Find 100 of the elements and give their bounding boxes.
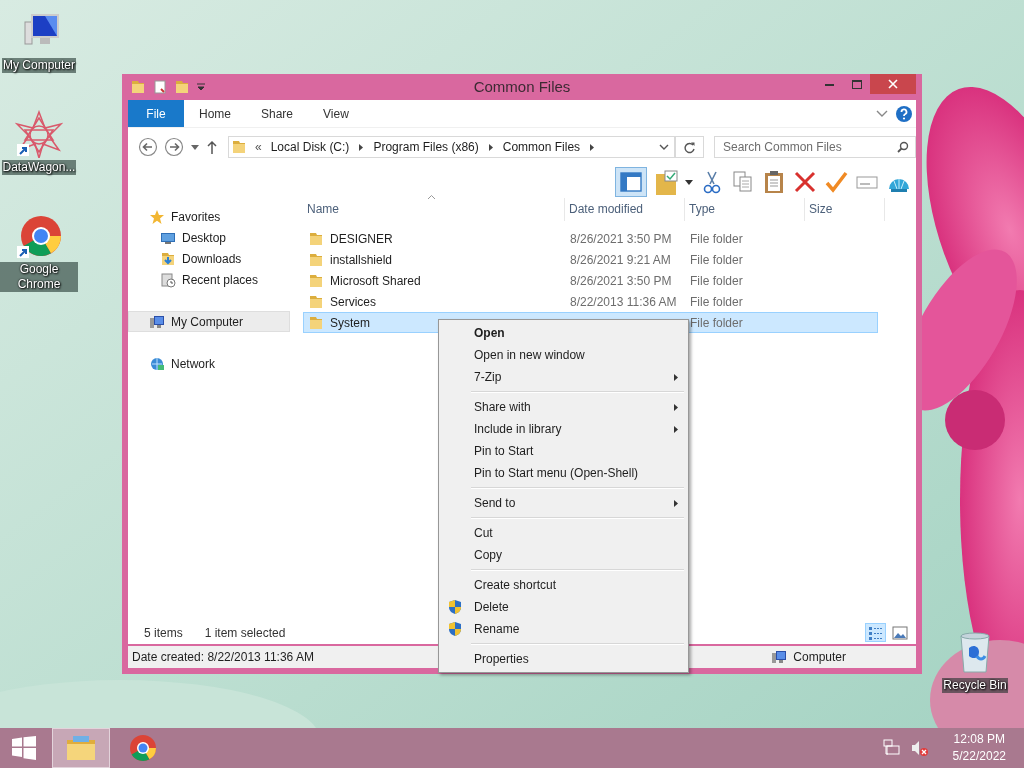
clipboard-icon[interactable] (762, 170, 786, 194)
ribbon-tab[interactable]: View (308, 100, 364, 127)
nav-item[interactable]: Network (128, 353, 290, 374)
item-count: 5 items (144, 625, 183, 640)
forward-icon[interactable] (164, 137, 184, 157)
file-row[interactable]: installshield 8/26/2021 9:21 AM File folder (303, 249, 878, 270)
nav-item[interactable]: Recent places (128, 269, 290, 290)
menu-item[interactable]: 7-Zip (441, 366, 686, 388)
properties-icon[interactable] (152, 79, 168, 95)
star-drawing-icon[interactable] (15, 110, 63, 158)
icon-label[interactable]: My Computer (2, 58, 76, 73)
file-row[interactable]: Services 8/22/2013 11:36 AM File folder (303, 291, 878, 312)
menu-item[interactable]: Send to (441, 492, 686, 514)
help-icon[interactable] (896, 105, 912, 122)
chevron-icon[interactable] (589, 142, 596, 152)
refresh-icon (683, 140, 697, 154)
menu-item[interactable]: Share with (441, 396, 686, 418)
refresh-button[interactable] (676, 136, 704, 158)
folder-check-icon[interactable] (654, 168, 678, 196)
menu-item[interactable]: Open (441, 322, 686, 344)
preview-pane-icon[interactable] (615, 167, 647, 197)
up-arrow-icon[interactable] (206, 139, 218, 155)
column-header[interactable]: Size (805, 198, 885, 221)
nav-item[interactable]: Desktop (128, 227, 290, 248)
chevron-icon[interactable] (358, 142, 365, 152)
recent-locations-caret-icon[interactable] (190, 143, 200, 151)
status-text: Date created: 8/22/2013 11:36 AM (132, 650, 314, 664)
nav-label: My Computer (171, 314, 244, 329)
file-type: File folder (689, 315, 744, 330)
clock-time: 12:08 PM (953, 731, 1005, 748)
close-button[interactable] (870, 74, 916, 94)
checkmark-icon[interactable] (824, 170, 848, 194)
menu-item[interactable]: Pin to Start (441, 440, 686, 462)
date-modified: 8/26/2021 3:50 PM (569, 273, 673, 288)
column-header[interactable]: Date modified (565, 198, 685, 221)
speaker-icon[interactable] (910, 739, 929, 757)
selection-info: 1 item selected (204, 625, 286, 640)
submenu-arrow-icon (674, 425, 678, 433)
file-type: File folder (689, 231, 744, 246)
folder-icon (308, 293, 324, 310)
nav-item[interactable]: Downloads (128, 248, 290, 269)
nav-item[interactable]: My Computer (128, 311, 290, 332)
breadcrumb-link[interactable]: Program Files (x86) (373, 140, 479, 154)
file-type: File folder (689, 294, 744, 309)
nav-label: Network (171, 356, 215, 371)
star-icon (149, 208, 165, 225)
dropdown-caret-icon[interactable] (659, 143, 670, 151)
clock-date: 5/22/2022 (952, 748, 1006, 765)
clock[interactable]: 12:08 PM 5/22/2022 (952, 731, 1006, 765)
ribbon-tab[interactable]: Home (184, 100, 246, 127)
details-view-button[interactable] (865, 623, 886, 642)
large-icons-view-icon (891, 624, 908, 641)
network-icon (149, 355, 165, 372)
back-icon[interactable] (138, 137, 158, 157)
icon-label[interactable]: Recycle Bin (942, 678, 1008, 693)
large-icons-view-button[interactable] (889, 623, 910, 642)
menu-item[interactable]: Open in new window (441, 344, 686, 366)
menu-item[interactable]: Delete (441, 596, 686, 618)
folder-icon (231, 139, 247, 155)
network-icon[interactable] (882, 739, 901, 757)
new-folder-icon[interactable] (174, 79, 190, 95)
folder-icon (308, 272, 324, 289)
caret-icon[interactable] (685, 179, 693, 185)
column-header[interactable]: Type (685, 198, 805, 221)
column-header[interactable]: Name (303, 198, 565, 221)
file-type: File folder (689, 252, 744, 267)
maximize-icon (851, 79, 862, 89)
windows-logo-icon (12, 736, 36, 760)
menu-item[interactable]: Create shortcut (441, 574, 686, 596)
nav-label: Downloads (182, 251, 242, 266)
shield-icon (447, 599, 463, 615)
address-bar[interactable]: « Local Disk (C:) Program Files (x86) Common Files (228, 136, 677, 158)
recent-icon (160, 271, 176, 288)
folder-icon (308, 314, 324, 331)
date-modified: 8/26/2021 9:21 AM (569, 252, 672, 267)
overflow-chevron[interactable]: « (247, 140, 262, 154)
chevron-icon[interactable] (487, 142, 494, 152)
menu-item[interactable]: Copy (441, 544, 686, 566)
menu-item[interactable]: Include in library (441, 418, 686, 440)
icon-label[interactable]: Google Chrome (0, 262, 78, 292)
ribbon-tab[interactable]: Share (246, 100, 309, 127)
icon-label[interactable]: DataWagon... (1, 160, 77, 175)
delete-icon[interactable] (793, 170, 817, 194)
breadcrumb-link[interactable]: Local Disk (C:) (270, 140, 350, 154)
file-menu-button[interactable]: File (128, 100, 184, 127)
details-view-icon (867, 624, 884, 641)
file-row[interactable]: Microsoft Shared 8/26/2021 3:50 PM File folder (303, 270, 878, 291)
file-row[interactable]: DESIGNER 8/26/2021 3:50 PM File folder (303, 228, 878, 249)
menu-item[interactable]: Cut (441, 522, 686, 544)
nav-label: Desktop (182, 230, 227, 245)
menu-item[interactable]: Pin to Start menu (Open-Shell) (441, 462, 686, 484)
search-field[interactable]: Search Common Files (714, 136, 916, 158)
nav-item[interactable]: Favorites (128, 206, 290, 227)
menu-item[interactable]: Properties (441, 648, 686, 670)
file-name: Services (330, 294, 376, 309)
breadcrumb-link[interactable]: Common Files (502, 140, 581, 154)
close-icon (888, 79, 898, 89)
menu-item[interactable]: Rename (441, 618, 686, 640)
folder-icon[interactable] (130, 79, 146, 95)
date-modified: 8/26/2021 3:50 PM (569, 231, 673, 246)
